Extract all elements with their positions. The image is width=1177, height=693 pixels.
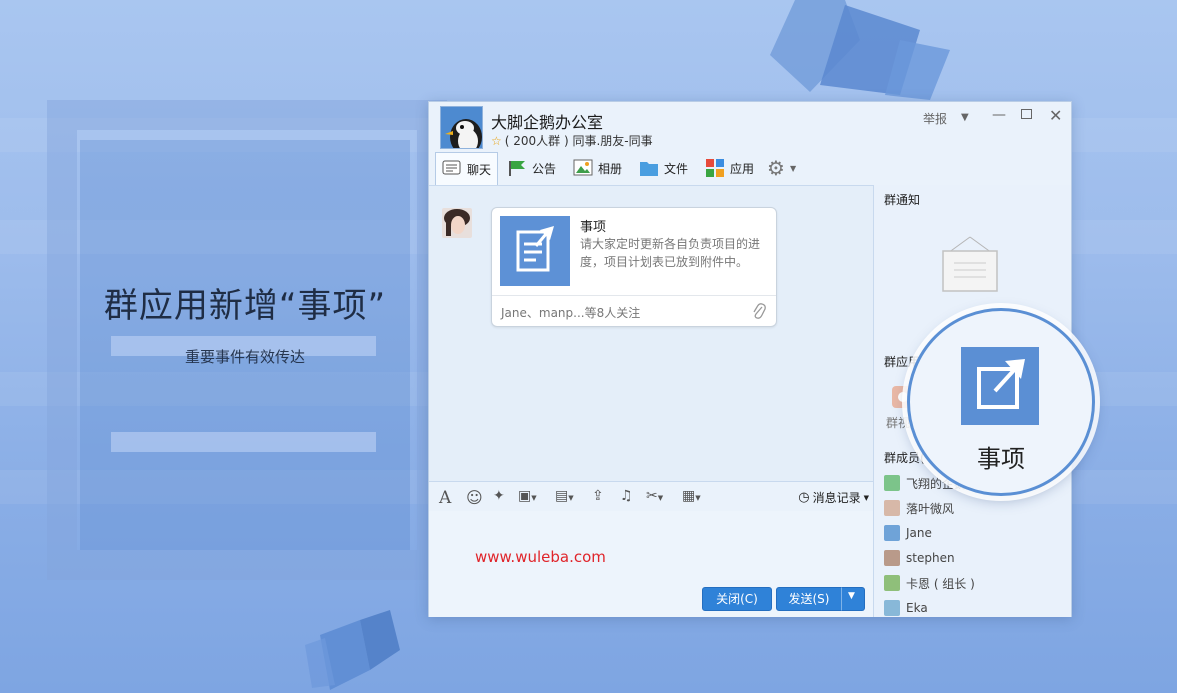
app-tile-label: 群视 xyxy=(886,416,911,430)
message-history-label: 消息记录 xyxy=(812,491,861,505)
star-icon: ☆ xyxy=(491,134,502,148)
group-name: 大脚企鹅办公室 xyxy=(491,113,604,132)
tab-announcement-label: 公告 xyxy=(532,161,557,176)
title-bar: 大脚企鹅办公室 ☆( 200人群 ) 同事.朋友-同事 举报 ▼ — ✕ xyxy=(429,102,1071,152)
scissors-icon[interactable]: ✂▼ xyxy=(646,488,664,506)
tab-files-label: 文件 xyxy=(664,161,689,176)
member-item[interactable]: 落叶微风 xyxy=(884,498,954,518)
member-name: Jane xyxy=(906,526,932,540)
member-name: stephen xyxy=(906,551,955,565)
apps-icon xyxy=(706,159,724,177)
task-description: 请大家定时更新各自负责项目的进度，项目计划表已放到附件中。 xyxy=(580,237,761,269)
tab-files[interactable]: 文件 xyxy=(633,152,694,184)
hero-subtitle: 重要事件有效传达 xyxy=(184,348,305,366)
magic-wand-icon[interactable]: ✦ xyxy=(493,488,511,506)
settings-menu[interactable]: ⚙ ▼ xyxy=(761,152,802,184)
member-item[interactable]: 卡恩 ( 组长 ) xyxy=(884,573,975,593)
chat-messages[interactable]: 事项 请大家定时更新各自负责项目的进度，项目计划表已放到附件中。 Jane、ma… xyxy=(429,185,873,481)
avatar xyxy=(884,475,900,491)
task-followers: Jane、manp...等8人关注 xyxy=(501,306,641,320)
font-icon[interactable]: A xyxy=(439,488,457,508)
member-name: Eka xyxy=(906,601,928,615)
tab-album[interactable]: 相册 xyxy=(567,152,628,184)
task-card[interactable]: 事项 请大家定时更新各自负责项目的进度，项目计划表已放到附件中。 Jane、ma… xyxy=(491,207,777,327)
avatar xyxy=(884,550,900,566)
member-item[interactable]: Jane xyxy=(884,523,932,543)
gear-icon: ⚙ xyxy=(767,156,785,180)
message-input[interactable]: www.wuleba.com 关闭(C) 发送(S) ▼ xyxy=(429,511,873,617)
gift-icon[interactable]: ▣▼ xyxy=(518,488,537,506)
chat-icon xyxy=(442,160,461,175)
tab-bar: 聊天 公告 相册 文件 应用 ⚙ ▼ xyxy=(435,152,1065,185)
avatar-photo-icon xyxy=(442,208,472,238)
bg-text-bar xyxy=(111,432,376,452)
avatar xyxy=(884,575,900,591)
emoji-icon[interactable]: ☺ xyxy=(466,488,484,507)
tab-chat[interactable]: 聊天 xyxy=(435,152,499,185)
announcement-icon xyxy=(509,161,525,176)
chevron-down-icon: ▼ xyxy=(848,591,855,601)
task-app-highlight: 事项 xyxy=(907,308,1095,496)
send-button[interactable]: 发送(S) xyxy=(776,587,842,611)
avatar xyxy=(884,500,900,516)
avatar xyxy=(884,525,900,541)
member-item[interactable]: stephen xyxy=(884,548,955,568)
close-icon[interactable]: ✕ xyxy=(1049,106,1062,125)
tab-apps[interactable]: 应用 xyxy=(699,152,760,184)
member-item[interactable]: Eka xyxy=(884,598,928,618)
task-title: 事项 xyxy=(580,220,607,235)
hero-title: 群应用新增“事项” xyxy=(103,286,387,326)
watermark-text: www.wuleba.com xyxy=(475,548,606,566)
more-tools-icon[interactable]: ▦▼ xyxy=(682,488,701,506)
music-icon[interactable]: ♫ xyxy=(620,488,638,506)
folder-icon xyxy=(640,162,658,176)
task-icon xyxy=(500,216,570,286)
upload-icon[interactable]: ⇪ xyxy=(592,488,610,506)
group-avatar[interactable] xyxy=(440,106,483,149)
close-button[interactable]: 关闭(C) xyxy=(702,587,772,611)
task-app-label: 事项 xyxy=(977,445,1025,473)
penguin-icon xyxy=(441,107,482,148)
message-history-button[interactable]: ◷ 消息记录 ▼ xyxy=(798,489,869,506)
tab-album-label: 相册 xyxy=(598,161,623,176)
task-app-icon[interactable] xyxy=(961,347,1039,425)
report-link[interactable]: 举报 xyxy=(923,110,947,127)
album-icon xyxy=(573,159,593,176)
send-options-button[interactable]: ▼ xyxy=(841,587,865,611)
notice-board-icon xyxy=(942,236,998,292)
card-divider xyxy=(492,295,776,296)
maximize-icon[interactable] xyxy=(1021,109,1032,119)
notice-heading: 群通知 xyxy=(884,193,921,207)
tab-apps-label: 应用 xyxy=(730,161,755,176)
bg-cube-bottom xyxy=(305,610,400,690)
chevron-down-icon: ▼ xyxy=(863,493,869,502)
input-toolbar: A ☺ ✦ ▣▼ ▤▼ ⇪ ♫ ✂▼ ▦▼ ◷ 消息记录 ▼ xyxy=(429,481,873,511)
minimize-icon[interactable]: — xyxy=(992,107,1006,123)
chevron-down-icon: ▼ xyxy=(789,163,797,173)
group-meta: ☆( 200人群 ) 同事.朋友-同事 xyxy=(491,132,653,149)
sender-avatar[interactable] xyxy=(442,208,472,238)
image-icon[interactable]: ▤▼ xyxy=(555,488,574,506)
member-name: 落叶微风 xyxy=(906,501,955,516)
tab-chat-label: 聊天 xyxy=(467,162,492,177)
clock-icon: ◷ xyxy=(798,490,810,505)
dropdown-icon[interactable]: ▼ xyxy=(961,112,969,123)
attachment-icon[interactable] xyxy=(752,302,766,320)
avatar xyxy=(884,600,900,616)
member-name: 卡恩 ( 组长 ) xyxy=(906,576,975,591)
tab-announcement[interactable]: 公告 xyxy=(501,152,562,184)
group-meta-text: ( 200人群 ) 同事.朋友-同事 xyxy=(504,134,653,148)
bg-cube-top xyxy=(770,0,950,100)
